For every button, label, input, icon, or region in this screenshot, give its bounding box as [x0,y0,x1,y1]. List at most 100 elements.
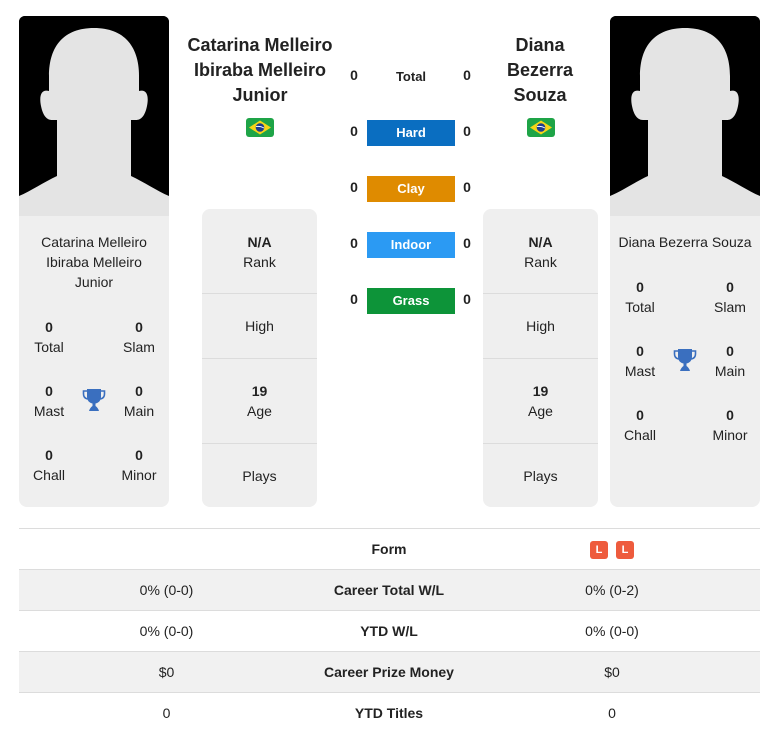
h2h-right-count: 0 [463,291,471,307]
name-line: Diana [515,35,565,55]
stat-slam: 0 Slam [700,277,760,317]
player-left-info: N/A Rank High 19 Age Plays [202,209,317,507]
ytd-titles-label: YTD Titles [354,705,424,721]
h2h-label-total: Total [395,69,427,84]
brazil-flag-icon [527,118,555,137]
ytd-wl-left: 0% (0-0) [139,623,194,639]
high-cell: High [202,316,317,336]
stat-value: 0 [45,447,53,463]
surface-clay-button[interactable]: Clay [367,176,455,202]
career-wl-left: 0% (0-0) [139,582,194,598]
table-row: 0% (0-0) Career Total W/L 0% (0-2) [19,569,760,610]
h2h-right-count: 0 [463,179,471,195]
rank-cell: N/A Rank [202,232,317,272]
divider [202,293,317,294]
player-right-titles-card: Diana Bezerra Souza 0 Total 0 Slam 0 Mast 0… [610,216,760,507]
h2h-row-clay: 0 Clay 0 [340,176,480,202]
stat-minor: 0 Minor [109,445,169,485]
name-line: Souza [513,85,567,105]
stat-mast: 0 Mast [19,381,79,421]
career-wl-label: Career Total W/L [333,582,445,598]
h2h-left-count: 0 [350,67,358,83]
ytd-titles-left: 0 [162,705,171,721]
brazil-flag-icon [246,118,274,137]
player-right-card-name: Diana Bezerra Souza [610,232,760,252]
surface-hard-button[interactable]: Hard [367,120,455,146]
surface-indoor-button[interactable]: Indoor [367,232,455,258]
loss-badge[interactable]: L [616,541,634,560]
prize-money-left: $0 [158,664,175,680]
plays-cell: Plays [202,466,317,486]
stat-chall: 0 Chall [610,405,670,445]
stat-value: 0 [45,383,53,399]
plays-cell: Plays [483,466,598,486]
divider [483,358,598,359]
table-row: 0 YTD Titles 0 [19,692,760,733]
stat-label: Slam [714,299,746,315]
stat-value: 0 [636,279,644,295]
stat-slam: 0 Slam [109,317,169,357]
stat-value: 0 [135,447,143,463]
rank-value: N/A [528,234,553,250]
stat-value: 0 [135,383,143,399]
stat-value: 0 [726,279,734,295]
stat-value: 0 [636,343,644,359]
name-line: Junior [232,85,288,105]
player-right-info: N/A Rank High 19 Age Plays [483,209,598,507]
player-right-name[interactable]: Diana Bezerra Souza [490,33,590,108]
stat-value: 0 [135,319,143,335]
form-label: Form [371,541,407,557]
stat-label: Mast [624,363,656,379]
stat-chall: 0 Chall [19,445,79,485]
h2h-row-hard: 0 Hard 0 [340,120,480,146]
rank-value: N/A [247,234,272,250]
stat-total: 0 Total [610,277,670,317]
divider [202,358,317,359]
name-line: Ibiraba Melleiro [193,60,327,80]
form-left [19,529,314,569]
stat-value: 0 [45,319,53,335]
stat-label: Chall [624,427,656,443]
silhouette-icon [19,16,169,216]
h2h-right-count: 0 [463,123,471,139]
age-cell: 19 Age [483,381,598,421]
surface-grass-button[interactable]: Grass [367,288,455,314]
stat-label: Minor [121,467,157,483]
loss-badge[interactable]: L [590,541,608,560]
stat-label: Minor [712,427,748,443]
table-row: $0 Career Prize Money $0 [19,651,760,692]
stat-minor: 0 Minor [700,405,760,445]
stat-label: Mast [33,403,65,419]
high-label: High [245,318,274,334]
plays-label: Plays [242,468,277,484]
table-row: 0% (0-0) YTD W/L 0% (0-0) [19,610,760,651]
stat-label: Slam [123,339,155,355]
ytd-wl-right: 0% (0-0) [585,623,639,639]
stat-main: 0 Main [109,381,169,421]
stat-label: Chall [33,467,65,483]
ytd-wl-label: YTD W/L [360,623,418,639]
stat-value: 0 [726,407,734,423]
stat-total: 0 Total [19,317,79,357]
name-line: Bezerra [506,60,574,80]
career-wl-right: 0% (0-2) [585,582,639,598]
stat-label: Main [123,403,155,419]
age-label: Age [528,403,553,419]
stat-label: Total [625,299,655,315]
name-line: Catarina Melleiro [187,35,333,55]
trophy-icon [673,347,697,373]
h2h-left-count: 0 [350,235,358,251]
player-left-photo [19,16,169,216]
h2h-right-count: 0 [463,67,471,83]
prize-money-right: $0 [604,664,620,680]
player-left-name[interactable]: Catarina Melleiro Ibiraba Melleiro Junio… [180,33,340,108]
h2h-row-indoor: 0 Indoor 0 [340,232,480,258]
stat-value: 0 [636,407,644,423]
name-line: Ibiraba Melleiro [46,254,142,270]
stat-label: Total [34,339,64,355]
high-label: High [526,318,555,334]
age-value: 19 [532,383,549,399]
rank-label: Rank [243,254,276,270]
name-line: Catarina Melleiro [41,234,147,250]
divider [483,443,598,444]
